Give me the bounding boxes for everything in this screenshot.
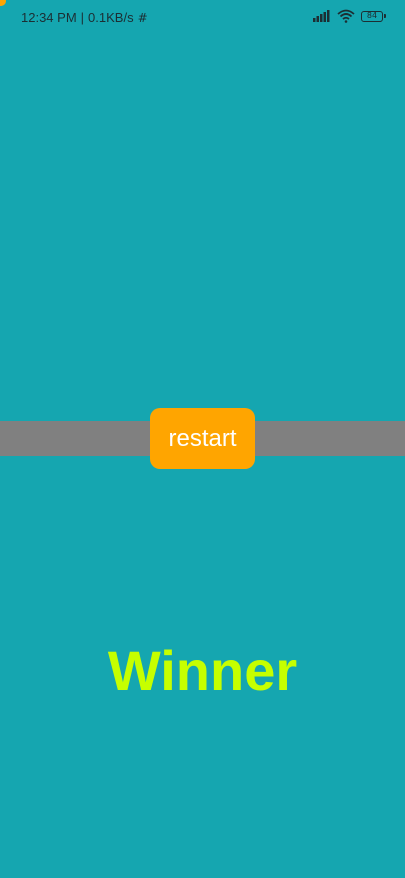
status-right: 84 (313, 9, 386, 23)
wifi-icon (337, 9, 355, 23)
status-bar: 12:34 PM | 0.1KB/s # 84 (0, 0, 405, 34)
status-separator: | (80, 10, 85, 25)
battery-icon: 84 (361, 10, 386, 22)
winner-text: Winner (107, 639, 298, 702)
hash-icon: # (137, 10, 148, 25)
status-time: 12:34 PM (21, 10, 77, 25)
network-speed: 0.1KB/s (88, 10, 134, 25)
restart-button[interactable]: restart (150, 408, 255, 469)
notification-dot-icon (0, 0, 6, 6)
status-left: 12:34 PM | 0.1KB/s # (21, 10, 148, 25)
cellular-signal-icon (313, 10, 330, 22)
